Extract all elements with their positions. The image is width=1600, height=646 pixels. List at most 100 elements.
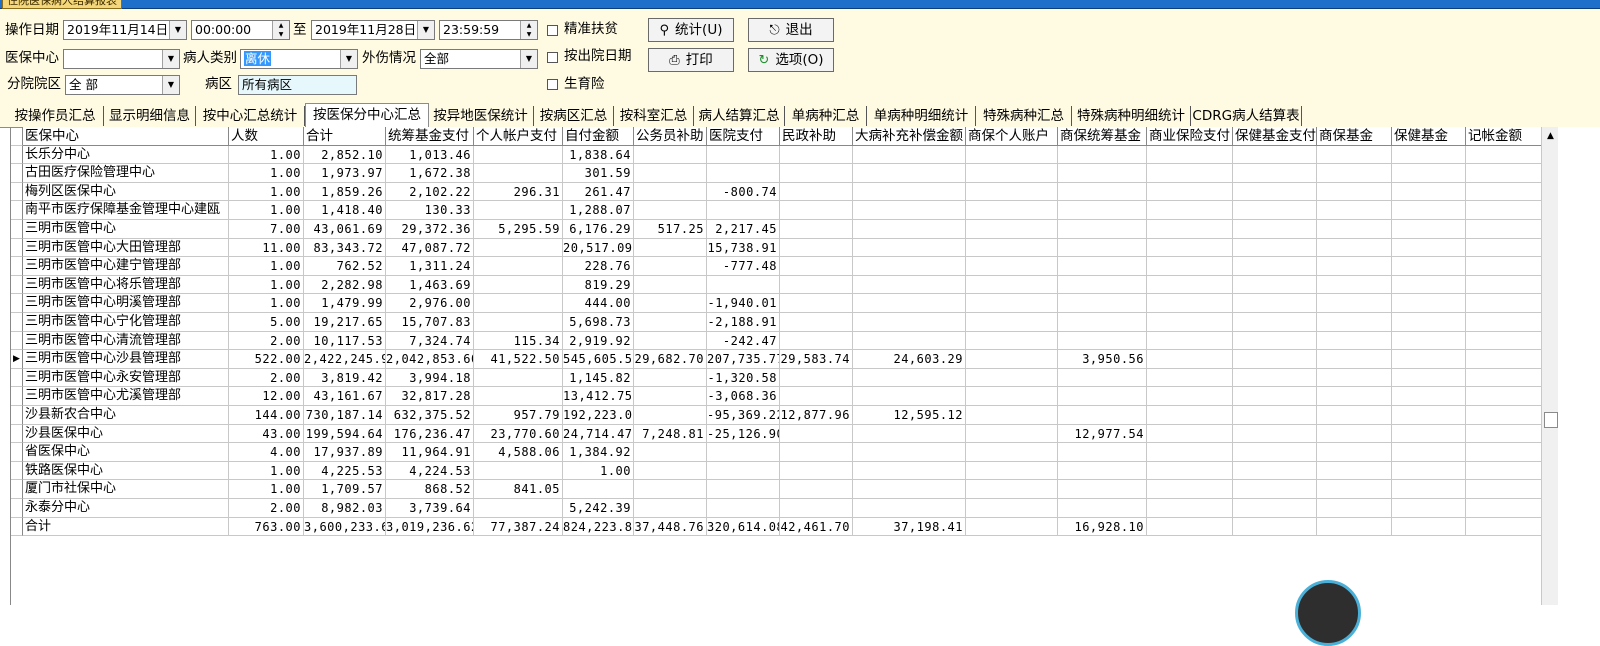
table-row[interactable]: 长乐分中心 1.00 2,852.10 1,013.46 1,838.64 <box>11 145 1541 165</box>
amount-cell[interactable] <box>1147 499 1233 518</box>
tab-2[interactable]: 按中心汇总统计 <box>196 106 305 126</box>
amount-cell[interactable] <box>1058 331 1147 351</box>
insurance-center-cell[interactable]: 三明市医管中心永安管理部 <box>23 368 229 388</box>
amount-cell[interactable] <box>853 313 966 332</box>
amount-cell[interactable] <box>1233 238 1317 258</box>
amount-cell[interactable] <box>1317 406 1392 425</box>
amount-cell[interactable] <box>853 461 966 481</box>
amount-cell[interactable] <box>1466 164 1541 183</box>
table-row[interactable]: 三明市医管中心建宁管理部 1.00 762.52 1,311.24 228.76 -777… <box>11 257 1541 276</box>
tab-5[interactable]: 按病区汇总 <box>534 106 614 126</box>
table-row[interactable]: 三明市医管中心明溪管理部 1.00 1,479.99 2,976.00 444.00 -1… <box>11 294 1541 313</box>
amount-cell[interactable] <box>1317 350 1392 369</box>
amount-cell[interactable] <box>1233 424 1317 444</box>
insurance-center-cell[interactable]: 长乐分中心 <box>23 145 229 165</box>
amount-cell[interactable] <box>1466 257 1541 276</box>
amount-cell[interactable] <box>634 461 707 481</box>
amount-cell[interactable] <box>780 480 853 499</box>
amount-cell[interactable] <box>1233 331 1317 351</box>
amount-cell[interactable] <box>1058 275 1147 295</box>
amount-cell[interactable] <box>1466 518 1541 537</box>
insurance-center-cell[interactable]: 南平市医疗保障基金管理中心建瓯 <box>23 201 229 220</box>
amount-cell[interactable]: 841.05 <box>474 480 563 499</box>
table-row[interactable]: 梅列区医保中心 1.00 1,859.26 2,102.22 296.31 261.47 -… <box>11 182 1541 202</box>
amount-cell[interactable] <box>1466 369 1541 388</box>
amount-cell[interactable]: 144.00 <box>229 406 304 425</box>
amount-cell[interactable] <box>853 275 966 295</box>
amount-cell[interactable]: -800.74 <box>707 182 780 202</box>
amount-cell[interactable] <box>634 201 707 220</box>
amount-cell[interactable] <box>966 275 1058 295</box>
amount-cell[interactable]: 15,707.83 <box>386 313 474 332</box>
insurance-center-cell[interactable]: 梅列区医保中心 <box>23 182 229 202</box>
amount-cell[interactable] <box>474 201 563 220</box>
amount-cell[interactable] <box>634 275 707 295</box>
amount-cell[interactable]: 4,224.53 <box>386 461 474 481</box>
spin-up-icon[interactable]: ▲ <box>273 21 289 30</box>
insurance-center-cell[interactable]: 沙县医保中心 <box>23 424 229 444</box>
amount-cell[interactable] <box>1317 257 1392 276</box>
amount-cell[interactable] <box>1466 499 1541 518</box>
amount-cell[interactable] <box>634 145 707 165</box>
tab-4[interactable]: 按异地医保统计 <box>428 106 534 126</box>
amount-cell[interactable]: 1,311.24 <box>386 257 474 276</box>
amount-cell[interactable]: 868.52 <box>386 480 474 499</box>
insurance-center-cell[interactable]: 古田医疗保险管理中心 <box>23 164 229 183</box>
amount-cell[interactable] <box>853 145 966 165</box>
stats-button[interactable]: ⚲ 统计(U) <box>648 18 734 42</box>
amount-cell[interactable] <box>966 182 1058 202</box>
amount-cell[interactable] <box>966 294 1058 313</box>
amount-cell[interactable] <box>634 238 707 258</box>
amount-cell[interactable] <box>634 294 707 313</box>
amount-cell[interactable] <box>1233 461 1317 481</box>
amount-cell[interactable]: 2.00 <box>229 368 304 388</box>
insurance-center-cell[interactable]: 三明市医管中心尤溪管理部 <box>23 387 229 406</box>
amount-cell[interactable]: 42,461.70 <box>780 517 853 537</box>
amount-cell[interactable] <box>966 331 1058 351</box>
amount-cell[interactable]: 83,343.72 <box>304 238 386 258</box>
amount-cell[interactable] <box>853 257 966 276</box>
column-header[interactable]: 保健基金支付 <box>1233 127 1317 146</box>
column-header[interactable]: 医院支付 <box>707 127 780 146</box>
tab-12[interactable]: CDRG病人结算表 <box>1191 106 1302 126</box>
table-row[interactable]: 三明市医管中心宁化管理部 5.00 19,217.65 15,707.83 5,698.… <box>11 313 1541 332</box>
amount-cell[interactable] <box>1392 201 1466 220</box>
amount-cell[interactable] <box>707 201 780 220</box>
insurance-center-cell[interactable]: 省医保中心 <box>23 443 229 462</box>
amount-cell[interactable] <box>1233 517 1317 537</box>
amount-cell[interactable]: 228.76 <box>563 257 634 276</box>
amount-cell[interactable]: 37,198.41 <box>853 517 966 537</box>
row-indicator[interactable] <box>11 294 23 313</box>
amount-cell[interactable] <box>853 368 966 388</box>
amount-cell[interactable] <box>1466 276 1541 295</box>
amount-cell[interactable] <box>707 499 780 518</box>
injury-select[interactable]: 全部 ▼ <box>420 49 538 69</box>
amount-cell[interactable] <box>1317 499 1392 518</box>
insurance-center-cell[interactable]: 三明市医管中心大田管理部 <box>23 238 229 258</box>
amount-cell[interactable] <box>1466 183 1541 202</box>
amount-cell[interactable] <box>1233 387 1317 406</box>
row-indicator[interactable] <box>11 201 23 220</box>
maternity-checkbox[interactable] <box>547 79 558 90</box>
amount-cell[interactable] <box>853 294 966 313</box>
amount-cell[interactable]: 11,964.91 <box>386 443 474 462</box>
row-indicator[interactable] <box>11 387 23 406</box>
amount-cell[interactable] <box>1317 164 1392 183</box>
table-row[interactable]: 厦门市社保中心 1.00 1,709.57 868.52 841.05 <box>11 480 1541 499</box>
amount-cell[interactable] <box>853 443 966 462</box>
amount-cell[interactable]: -95,369.22 <box>707 406 780 425</box>
column-header[interactable]: 商业保险支付 <box>1147 127 1233 146</box>
amount-cell[interactable] <box>1392 145 1466 165</box>
insurance-center-cell[interactable]: 三明市医管中心建宁管理部 <box>23 257 229 276</box>
amount-cell[interactable]: 13,412.75 <box>563 387 634 406</box>
amount-cell[interactable]: 12,877.96 <box>780 406 853 425</box>
amount-cell[interactable]: 5,295.59 <box>474 220 563 239</box>
insurance-center-cell[interactable]: 三明市医管中心沙县管理部 <box>23 350 229 369</box>
amount-cell[interactable] <box>474 275 563 295</box>
amount-cell[interactable] <box>966 220 1058 239</box>
amount-cell[interactable]: 1.00 <box>563 461 634 481</box>
amount-cell[interactable]: 10,117.53 <box>304 331 386 351</box>
amount-cell[interactable]: 37,448.76 <box>634 517 707 537</box>
floating-assistant-icon[interactable] <box>1295 580 1361 646</box>
amount-cell[interactable] <box>1466 480 1541 499</box>
